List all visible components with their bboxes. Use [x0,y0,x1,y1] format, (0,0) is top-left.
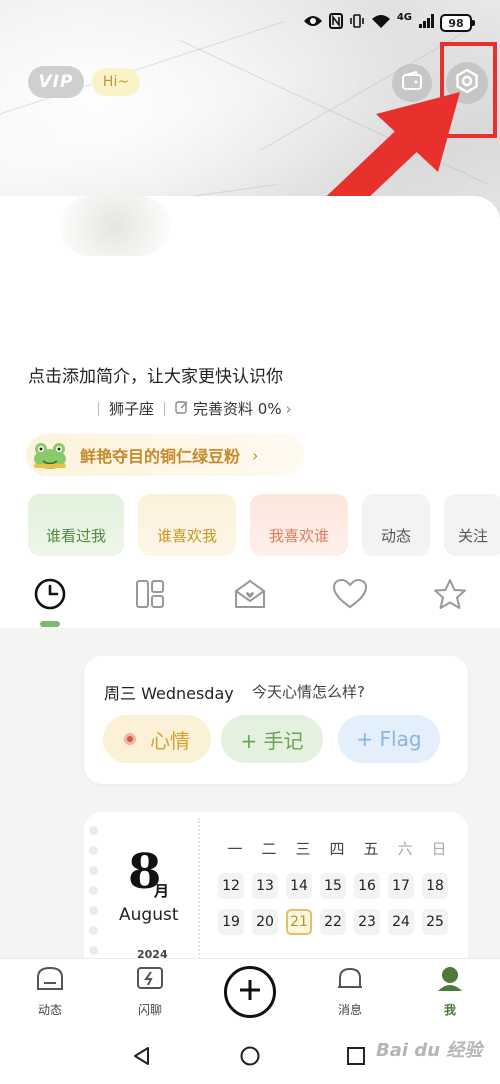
vibrate-icon [349,13,365,33]
plus-icon [238,978,262,1006]
battery-indicator: 98 [440,14,475,32]
quick-i-like[interactable]: 我喜欢谁 [250,494,348,556]
nav-label: 消息 [337,1003,362,1017]
diary-prompt: 今天心情怎么样? [252,683,365,701]
mood-icon [124,733,136,745]
calendar-divider [198,818,200,978]
wallet-button[interactable] [392,64,432,102]
calendar-day[interactable]: 22 [320,909,346,935]
greeting-badge[interactable]: Hi~ [92,68,140,96]
wallet-icon [401,70,423,95]
zodiac-label: 狮子座 [109,400,155,418]
status-bar: 4G 98 [303,8,475,38]
mood-label: 心情 [150,728,190,753]
profile-meta-row: 狮子座 完善资料 0% › [28,398,292,419]
heart-icon [332,578,368,613]
calendar-day[interactable]: 18 [422,873,448,899]
chevron-right-icon: › [252,445,259,465]
settings-highlight-box [440,42,497,138]
calendar-day[interactable]: 16 [354,873,380,899]
divider [98,401,99,416]
tab-letters[interactable] [232,578,268,614]
home-icon[interactable] [240,1046,260,1070]
clock-icon [33,577,67,615]
music-pill[interactable]: 鲜艳夺目的铜仁绿豆粉 › [26,434,304,476]
vip-badge[interactable]: VIP [28,66,84,98]
calendar-day[interactable]: 23 [354,909,380,935]
calendar-day[interactable]: 19 [218,909,244,935]
music-title: 鲜艳夺目的铜仁绿豆粉 [80,447,241,466]
flash-chat-icon [134,965,166,997]
divider [164,401,166,416]
weekday-label: 二 [261,840,277,858]
nav-me[interactable]: 我 [420,965,480,1018]
quick-moments[interactable]: 动态 [362,494,430,556]
back-icon[interactable] [132,1046,152,1070]
quick-who-likes-me[interactable]: 谁喜欢我 [138,494,236,556]
diary-day-label: 周三 Wednesday [104,684,234,703]
star-icon [433,578,467,614]
weekday-label: 一 [227,840,243,858]
tab-timeline[interactable] [32,578,68,614]
weekday-label: 五 [363,840,379,858]
weekday-label: 三 [295,840,311,858]
moments-icon [34,965,66,997]
nav-messages[interactable]: 消息 [320,965,380,1018]
network-type: 4G [396,11,412,23]
signal-icon [418,13,434,33]
calendar-week: 19 20 21 22 23 24 25 [218,909,456,935]
active-tab-indicator [40,621,60,627]
quick-following[interactable]: 关注 [444,494,500,556]
avatar[interactable] [60,196,170,256]
nav-label: 我 [443,1003,456,1017]
nav-flash-chat[interactable]: 闪聊 [120,965,180,1018]
calendar-day[interactable]: 14 [286,873,312,899]
add-note-button[interactable]: + 手记 [221,715,323,763]
tab-favorites[interactable] [332,578,368,614]
weekday-label: 四 [329,840,345,858]
quick-actions: 谁看过我 谁喜欢我 我喜欢谁 动态 关注 [28,494,500,556]
calendar-day[interactable]: 12 [218,873,244,899]
chevron-right-icon: › [285,399,292,418]
content-tab-bar [0,566,500,628]
calendar-day[interactable]: 24 [388,909,414,935]
watermark: Bai du 经验 [376,1040,483,1061]
nfc-icon [328,13,343,33]
weekday-label: 六 [397,840,413,858]
bio-prompt[interactable]: 点击添加简介，让大家更快认识你 [28,362,283,387]
edit-icon [175,400,189,418]
calendar-binding [89,826,99,966]
layout-icon [134,578,166,614]
calendar-month-suffix: 月 [154,882,170,900]
nav-moments[interactable]: 动态 [20,965,80,1018]
add-flag-button[interactable]: + Flag [338,715,440,763]
calendar-day-today[interactable]: 21 [286,909,312,935]
calendar-weekdays: 一 二 三 四 五 六 日 [218,838,456,859]
calendar-week: 12 13 14 15 16 17 18 [218,873,456,899]
calendar-day[interactable]: 17 [388,873,414,899]
bell-icon [334,965,366,997]
mood-button[interactable]: 心情 [103,715,211,763]
nav-label: 动态 [37,1003,62,1017]
calendar-day[interactable]: 25 [422,909,448,935]
complete-profile-link[interactable]: 完善资料 0% [193,398,282,419]
weekday-label: 日 [431,840,447,858]
add-post-button[interactable] [224,966,276,1018]
recents-icon[interactable] [346,1046,366,1070]
tab-layout[interactable] [132,578,168,614]
wifi-icon [371,13,391,33]
calendar-day[interactable]: 20 [252,909,278,935]
calendar-month-name: August [119,905,179,925]
frog-icon [32,440,68,470]
quick-who-viewed-me[interactable]: 谁看过我 [28,494,124,556]
eye-icon [303,14,323,32]
mail-icon [233,578,267,614]
tab-stars[interactable] [432,578,468,614]
calendar-day[interactable]: 13 [252,873,278,899]
user-icon [434,965,466,997]
nav-label: 闪聊 [137,1003,162,1017]
calendar-day[interactable]: 15 [320,873,346,899]
